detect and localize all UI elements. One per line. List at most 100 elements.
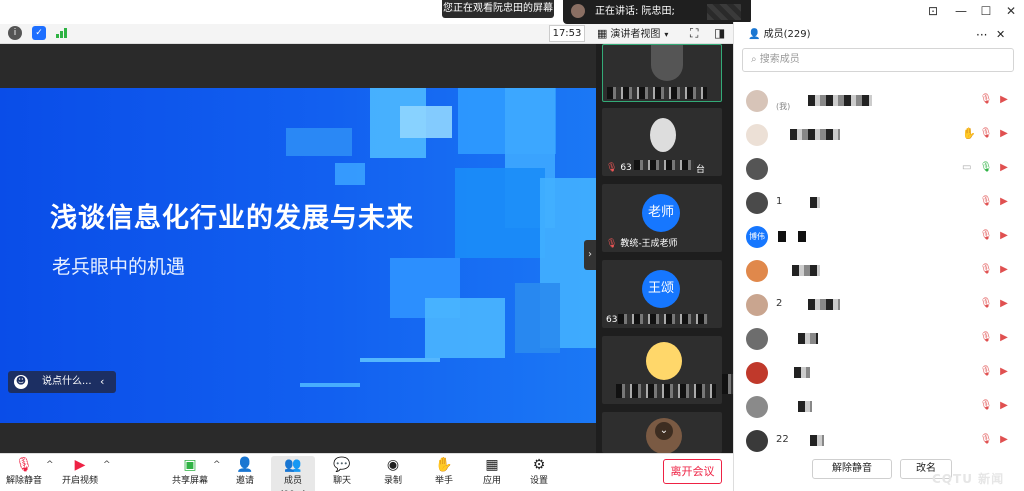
blurred-region	[798, 333, 818, 344]
chevron-up-icon[interactable]: ^	[103, 460, 111, 470]
camera-off-icon[interactable]: ▶	[996, 433, 1012, 447]
record-icon: ◉	[386, 457, 400, 473]
mic-off-icon[interactable]: 🎙	[979, 365, 993, 379]
camera-off-icon[interactable]: ▶	[996, 297, 1012, 311]
start-video-button[interactable]: ▶ 开启视频	[58, 456, 102, 488]
gear-icon: ⚙	[532, 457, 546, 473]
top-toolbar: i ✓ 17:53 ▦ 演讲者视图 ▾ ⛶ ◨	[0, 24, 733, 44]
speaking-text: 正在讲话: 阮忠田;	[595, 6, 675, 17]
settings-button[interactable]: ⚙ 设置	[517, 456, 561, 488]
blurred-region	[778, 231, 818, 242]
camera-off-icon[interactable]: ▶	[996, 263, 1012, 277]
gallery-tile[interactable]	[602, 44, 722, 102]
member-row[interactable]: ▭ 🎙 ▶	[734, 152, 1024, 186]
member-search-input[interactable]: ⌕ 搜索成员	[742, 48, 1014, 72]
participant-photo	[650, 118, 676, 152]
gallery-tile[interactable]: 老师 🎙 教统-王成老师	[602, 184, 722, 252]
mic-off-icon[interactable]: 🎙	[979, 297, 993, 311]
blurred-region	[810, 197, 820, 208]
chevron-down-icon[interactable]: ⌄	[655, 422, 673, 440]
invite-button[interactable]: 👤 邀请	[223, 456, 267, 488]
chat-icon: 💬	[333, 457, 351, 473]
member-row[interactable]: 2 🎙 ▶	[734, 288, 1024, 322]
camera-off-icon[interactable]: ▶	[996, 331, 1012, 345]
mic-on-icon[interactable]: 🎙	[979, 161, 993, 175]
camera-off-icon[interactable]: ▶	[996, 127, 1012, 141]
close-window-icon[interactable]: ✕	[1000, 2, 1022, 20]
mic-off-icon[interactable]: 🎙	[979, 195, 993, 209]
shield-icon[interactable]: ✓	[32, 26, 46, 40]
members-panel: 👤 成员(229) ··· ✕ ⌕ 搜索成员 (我) 🎙 ▶ ✋ 🎙 ▶ ▭ 🎙…	[733, 22, 1024, 491]
member-row[interactable]: 🎙 ▶	[734, 356, 1024, 390]
gallery-tile[interactable]: ⌄	[602, 412, 722, 453]
member-name: 1	[776, 196, 783, 207]
video-gallery: 🎙 63 台 老师 🎙 教统-王成老师 王颂 63 ⌄	[596, 44, 734, 453]
blurred-region	[616, 384, 716, 398]
chevron-left-icon[interactable]: ‹	[100, 371, 104, 393]
speaking-banner: 正在讲话: 阮忠田;	[563, 0, 751, 24]
mic-off-icon[interactable]: 🎙	[979, 399, 993, 413]
mic-off-icon[interactable]: 🎙	[979, 127, 993, 141]
blurred-region	[798, 401, 812, 412]
mic-off-icon[interactable]: 🎙	[979, 93, 993, 107]
maximize-icon[interactable]: ☐	[975, 2, 997, 20]
info-icon[interactable]: i	[8, 26, 22, 40]
close-panel-icon[interactable]: ✕	[996, 24, 1005, 46]
unmute-button[interactable]: 🎙 解除静音	[2, 456, 46, 488]
camera-off-icon[interactable]: ▶	[996, 93, 1012, 107]
camera-off-icon[interactable]: ▶	[996, 399, 1012, 413]
mic-off-icon[interactable]: 🎙	[979, 229, 993, 243]
slide-subtitle: 老兵眼中的机遇	[52, 256, 186, 278]
gallery-tile[interactable]: 🎙 63 台	[602, 108, 722, 176]
minimize-icon[interactable]: —	[950, 2, 972, 20]
member-avatar	[746, 90, 768, 112]
camera-off-icon[interactable]: ▶	[996, 161, 1012, 175]
mic-off-icon[interactable]: 🎙	[979, 263, 993, 277]
gallery-tile[interactable]	[602, 336, 722, 404]
chevron-up-icon[interactable]: ^	[213, 460, 221, 470]
signal-icon[interactable]	[56, 28, 68, 38]
meeting-toolbar: 🎙解除静音 ^ ▶开启视频 ^ ▣共享屏幕 ^ 👤邀请 👥成员(99+) 💬聊天…	[0, 453, 733, 491]
mic-off-icon: 🎙	[606, 163, 618, 173]
member-row[interactable]: ✋ 🎙 ▶	[734, 118, 1024, 152]
emoji-icon[interactable]: ☻	[14, 375, 28, 389]
blurred-region	[790, 129, 840, 140]
fullscreen-icon[interactable]: ⛶	[690, 26, 698, 41]
pin-icon[interactable]: ⊡	[922, 2, 944, 20]
camera-off-icon[interactable]: ▶	[996, 195, 1012, 209]
blurred-region	[810, 435, 824, 446]
gallery-tile[interactable]: 王颂 63	[602, 260, 722, 328]
blurred-region	[808, 95, 872, 106]
collapse-gallery-handle[interactable]: ›	[584, 240, 596, 270]
raise-hand-button[interactable]: ✋ 举手	[422, 456, 466, 488]
members-button[interactable]: 👥成员(99+)	[271, 456, 315, 491]
member-row[interactable]: (我) 🎙 ▶	[734, 84, 1024, 118]
meeting-timer: 17:53	[549, 25, 585, 42]
apps-button[interactable]: ▦ 应用	[470, 456, 514, 488]
member-row[interactable]: 🎙 ▶	[734, 322, 1024, 356]
camera-off-icon[interactable]: ▶	[996, 365, 1012, 379]
leave-meeting-button[interactable]: 离开会议	[663, 459, 722, 484]
member-row[interactable]: 🎙 ▶	[734, 254, 1024, 288]
member-row[interactable]: 1 🎙 ▶	[734, 186, 1024, 220]
blurred-region	[794, 367, 810, 378]
blurred-region	[607, 87, 707, 99]
layout-icon[interactable]: ◨	[714, 26, 725, 40]
record-button[interactable]: ◉ 录制	[371, 456, 415, 488]
mic-off-icon: 🎙	[15, 457, 33, 473]
quick-chat-box[interactable]: ☻ 说点什么... ‹	[8, 371, 116, 393]
member-row[interactable]: 🎙 ▶	[734, 390, 1024, 424]
chat-button[interactable]: 💬 聊天	[320, 456, 364, 488]
member-avatar	[746, 158, 768, 180]
unmute-all-button[interactable]: 解除静音	[812, 459, 892, 479]
speaker-view-button[interactable]: ▦ 演讲者视图 ▾	[597, 25, 679, 42]
slide-title: 浅谈信息化行业的发展与未来	[50, 203, 414, 234]
more-icon[interactable]: ···	[976, 24, 987, 46]
mic-off-icon[interactable]: 🎙	[979, 433, 993, 447]
chevron-down-icon: ▾	[664, 30, 669, 39]
chevron-up-icon[interactable]: ^	[46, 460, 54, 470]
mic-off-icon[interactable]: 🎙	[979, 331, 993, 345]
camera-off-icon[interactable]: ▶	[996, 229, 1012, 243]
member-row[interactable]: 博伟 🎙 ▶	[734, 220, 1024, 254]
share-screen-button[interactable]: ▣ 共享屏幕	[168, 456, 212, 488]
